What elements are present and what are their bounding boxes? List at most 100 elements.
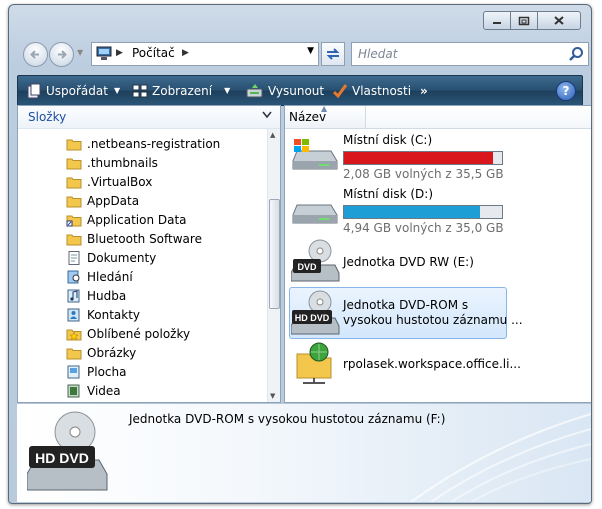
tree-item-dokumenty[interactable]: Dokumenty: [66, 248, 156, 267]
dvd-badge-text: DVD: [297, 262, 317, 272]
back-button[interactable]: [23, 42, 48, 67]
item-name-line2: vysokou hustotou záznamu ...: [343, 313, 523, 327]
list-item-drive-c[interactable]: Místní disk (C:) 2,08 GB volných z 35,5 …: [291, 133, 587, 181]
tree-item-hledani[interactable]: Hledání: [66, 267, 133, 286]
organize-button[interactable]: Uspořádat ▼: [26, 76, 120, 105]
drive-free-space: 2,08 GB volných z 35,5 GB: [343, 167, 504, 181]
hd-dvd-badge-large-text: HD DVD: [35, 450, 89, 466]
column-header-name[interactable]: ▲ Název: [285, 104, 366, 129]
more-commands-label: »: [420, 83, 428, 98]
tree-item-obrazky[interactable]: Obrázky: [66, 343, 136, 362]
history-dropdown-icon[interactable]: ▼: [77, 48, 83, 57]
close-button[interactable]: [537, 11, 581, 30]
tree-item-label: Hledání: [87, 269, 133, 284]
more-commands-button[interactable]: »: [420, 76, 428, 105]
network-folder-icon: [296, 342, 332, 384]
tree-item-label: Application Data: [87, 212, 187, 227]
pictures-icon: [66, 348, 82, 359]
refresh-button[interactable]: [321, 42, 345, 66]
folders-header-label: Složky: [28, 110, 67, 124]
tree-item-virtualbox[interactable]: .VirtualBox: [66, 172, 152, 191]
tree-item-videa[interactable]: Videa: [66, 381, 121, 400]
item-name-line1: Jednotka DVD-ROM s: [343, 298, 469, 312]
maximize-button[interactable]: [510, 11, 538, 30]
hard-drive-icon: [292, 204, 338, 224]
minimize-button[interactable]: [483, 11, 511, 30]
details-title: Jednotka DVD-ROM s vysokou hustotou zázn…: [129, 412, 446, 426]
hd-dvd-badge-text: HD DVD: [295, 313, 330, 323]
drive-free-space: 4,94 GB volných z 35,0 GB: [343, 221, 504, 235]
music-icon: [67, 289, 80, 302]
tree-item-hudba[interactable]: Hudba: [66, 286, 126, 305]
list-item-network-folder[interactable]: rpolasek.workspace.office.li...: [291, 342, 587, 386]
refresh-icon: [326, 48, 340, 60]
tree-item-bluetooth-software[interactable]: Bluetooth Software: [66, 229, 202, 248]
tree-item-label: Hudba: [87, 288, 127, 303]
hd-dvd-drive-icon: HD DVD: [291, 290, 340, 335]
list-item-dvd-rw[interactable]: DVD Jednotka DVD RW (E:): [291, 239, 587, 283]
command-bar: Uspořádat ▼ Zobrazení ▼ Vysunout Vlastno…: [17, 75, 583, 106]
properties-button[interactable]: Vlastnosti: [332, 76, 411, 105]
views-button[interactable]: Zobrazení ▼: [132, 76, 230, 105]
eject-button[interactable]: Vysunout: [246, 76, 324, 105]
breadcrumb-arrow-icon[interactable]: ▶: [116, 48, 123, 58]
tree-item-label: .VirtualBox: [87, 174, 153, 189]
search-input[interactable]: Hledat: [351, 42, 589, 66]
dvd-rw-drive-icon: DVD: [291, 239, 340, 282]
folders-header[interactable]: Složky: [18, 106, 280, 129]
breadcrumb-arrow-icon[interactable]: ▶: [182, 48, 189, 58]
eject-label: Vysunout: [268, 83, 325, 98]
list-item-drive-d[interactable]: Místní disk (D:) 4,94 GB volných z 35,0 …: [291, 187, 587, 235]
drive-usage-fill: [344, 152, 493, 164]
eject-icon: [246, 83, 263, 97]
folder-icon: [66, 196, 82, 207]
videos-icon: [67, 384, 80, 397]
navigation-buttons: ▼: [19, 41, 89, 67]
column-header-filler: [366, 106, 591, 129]
desktop-icon: [67, 365, 80, 378]
tree-item-label: Kontakty: [87, 307, 141, 322]
navigation-pane: Složky .netbeans-registration .thumbnail…: [17, 105, 281, 403]
properties-label: Vlastnosti: [352, 83, 412, 98]
scroll-up-icon[interactable]: ▲: [270, 131, 275, 139]
tree-item-appdata[interactable]: AppData: [66, 191, 139, 210]
forward-button[interactable]: [49, 42, 74, 67]
address-dropdown-icon[interactable]: ▼: [307, 46, 314, 56]
scroll-down-icon[interactable]: ▼: [270, 392, 275, 400]
address-row: ▼ ▶ Počítač ▶ ▼ Hledat: [17, 41, 589, 67]
tree-item-label: .thumbnails: [87, 155, 158, 170]
tree-item-label: Videa: [87, 383, 121, 398]
tree-item-oblibene-polozky[interactable]: Oblíbené položky: [66, 324, 190, 343]
views-icon: [132, 84, 148, 97]
folder-tree-scrollbar[interactable]: ▲ ▼: [267, 129, 280, 402]
drive-usage-bar: [343, 151, 503, 165]
tree-item-application-data[interactable]: Application Data: [66, 210, 187, 229]
file-list-pane: ▲ Název Místní disk (C:) 2,08 GB volných…: [284, 104, 591, 403]
back-arrow-icon: [30, 50, 39, 59]
tree-item-label: Obrázky: [87, 345, 137, 360]
list-item-hd-dvd[interactable]: HD DVD Jednotka DVD-ROM s vysokou hustot…: [291, 290, 587, 336]
item-name: Jednotka DVD RW (E:): [343, 255, 474, 269]
close-icon: [554, 16, 564, 25]
documents-icon: [68, 250, 80, 265]
caption-buttons: [483, 11, 581, 30]
computer-icon: [96, 46, 112, 60]
favorites-icon: [66, 329, 82, 340]
checkmark-icon: [332, 83, 348, 98]
tree-item-thumbnails[interactable]: .thumbnails: [66, 153, 158, 172]
address-bar[interactable]: ▶ Počítač ▶ ▼: [91, 42, 319, 66]
drive-usage-bar: [343, 205, 503, 219]
tree-item-netbeans-registration[interactable]: .netbeans-registration: [66, 134, 220, 153]
tree-item-kontakty[interactable]: Kontakty: [66, 305, 140, 324]
chevron-down-icon: ▼: [113, 86, 121, 95]
search-icon[interactable]: [568, 46, 584, 62]
drive-usage-fill: [344, 206, 480, 218]
maximize-icon: [518, 16, 530, 25]
tree-item-plocha[interactable]: Plocha: [66, 362, 126, 381]
tree-item-label: AppData: [87, 193, 140, 208]
breadcrumb-location[interactable]: Počítač: [132, 46, 175, 60]
scrollbar-thumb[interactable]: [269, 199, 280, 309]
folder-icon: [66, 177, 82, 188]
help-icon[interactable]: ?: [556, 81, 576, 101]
contacts-icon: [67, 308, 80, 321]
